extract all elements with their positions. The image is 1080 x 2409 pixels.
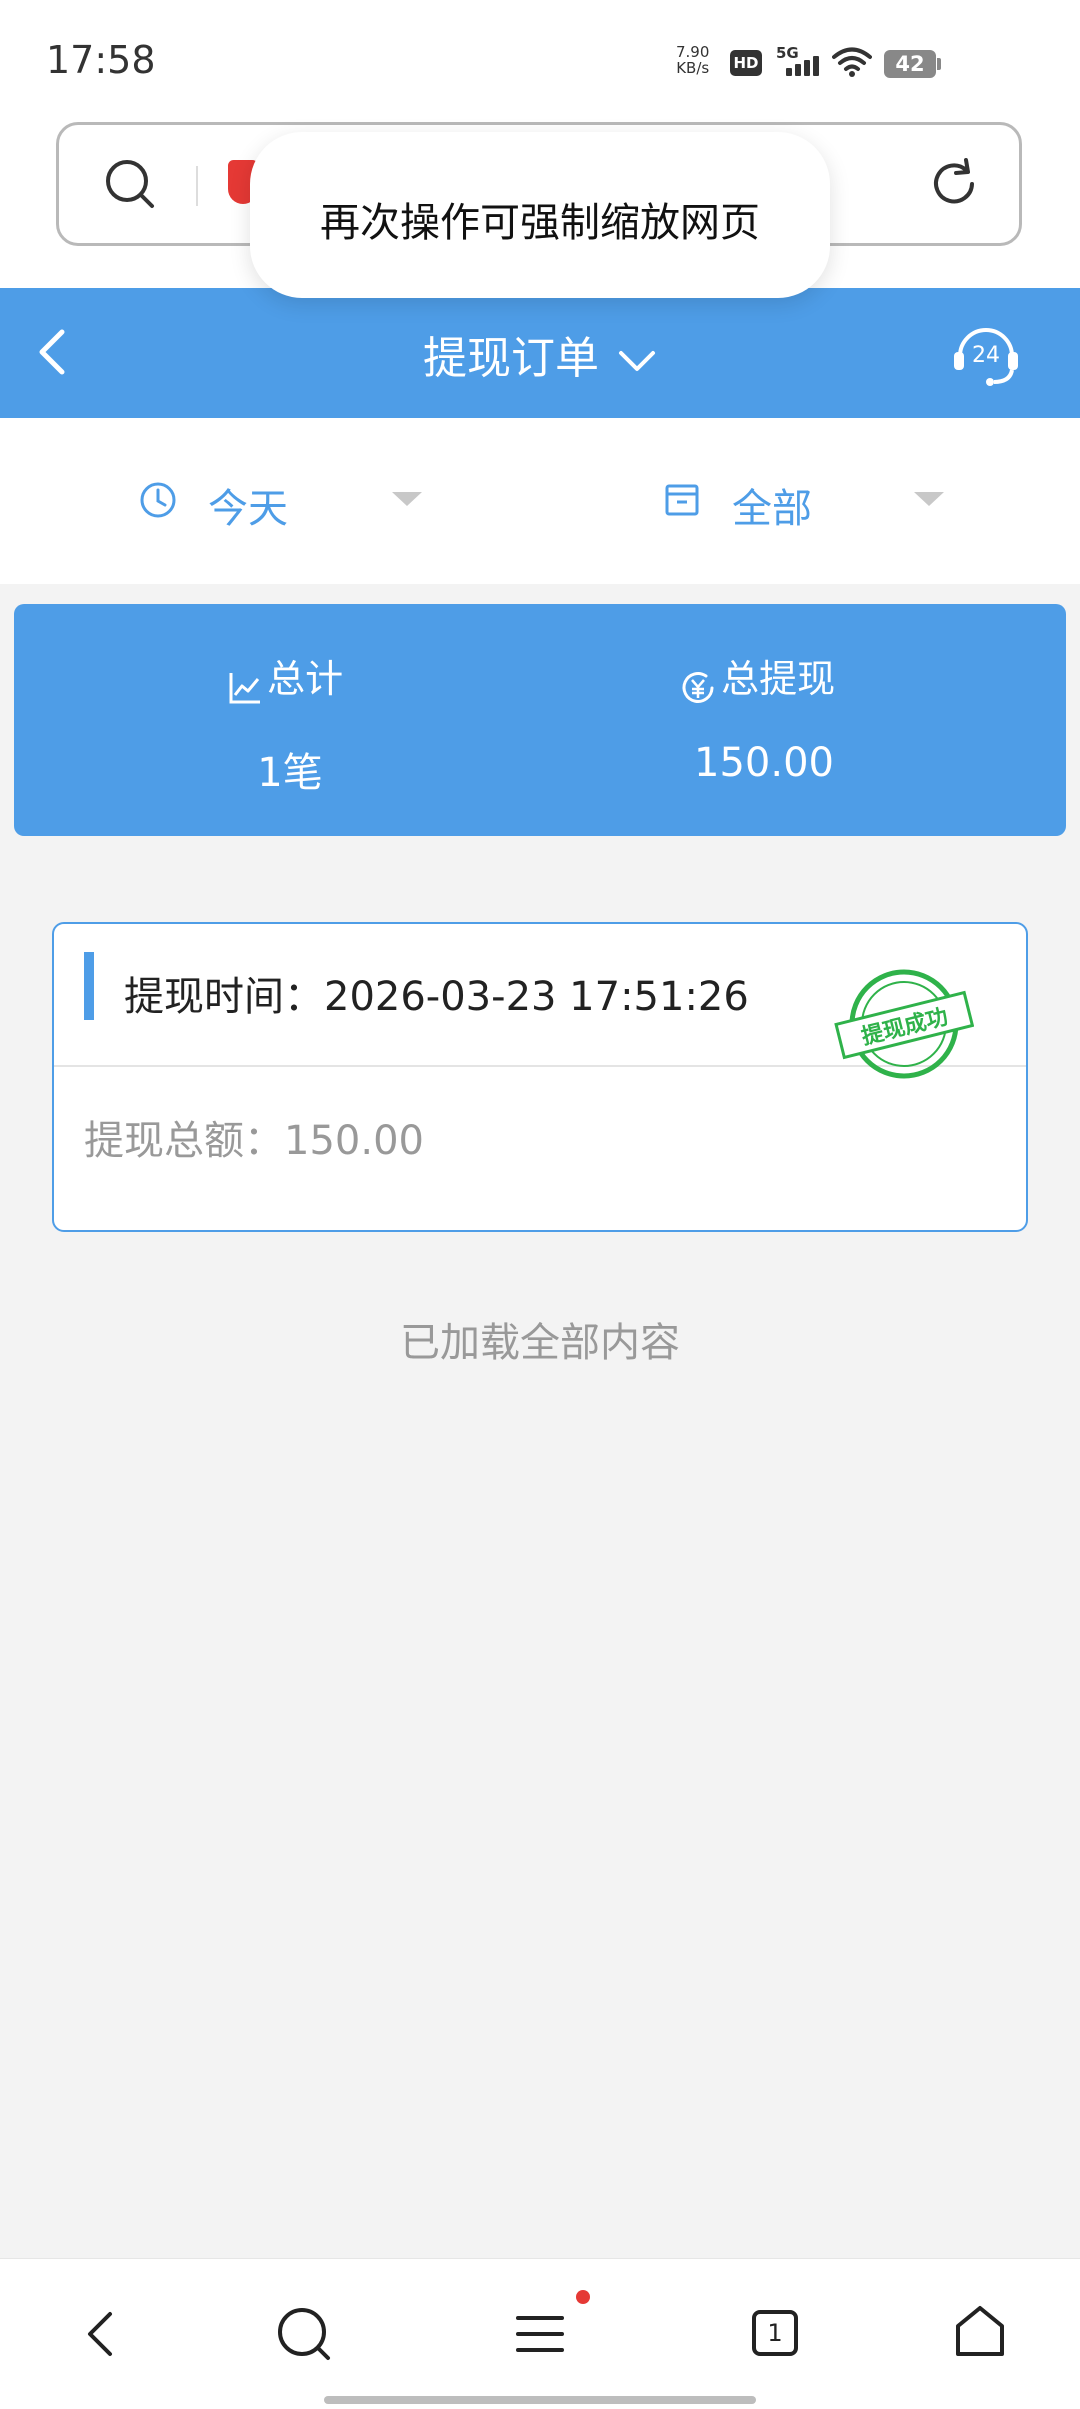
battery-icon: 42 [884,50,936,78]
type-filter-label: 全部 [732,486,812,532]
network-speed-unit: KB/s [676,59,710,77]
home-indicator[interactable] [324,2396,756,2404]
order-time-label: 提现时间： [124,974,324,1020]
summary-total-value: 1笔 [257,750,323,796]
network-speed-value: 7.90 [676,43,710,61]
signal-icon: 5G [776,44,824,78]
order-accent-bar [84,952,94,1020]
network-speed: 7.90 KB/s [676,44,709,76]
summary-total-label: 总计 [267,657,344,701]
notification-dot [576,2290,590,2304]
summary-withdraw-value: 150.00 [694,740,834,786]
tabs-count: 1 [767,2319,783,2347]
customer-service-icon[interactable]: 24 [950,318,1022,390]
toast-message: 再次操作可强制缩放网页 [320,200,760,246]
page-title-dropdown[interactable]: 提现订单 [0,322,1080,386]
order-amount-label: 提现总额： [84,1118,284,1164]
chevron-down-icon [619,351,655,371]
loaded-all-message: 已加载全部内容 [400,1320,680,1366]
nav-menu-icon[interactable] [510,2304,570,2364]
address-divider [196,166,198,206]
status-time: 17:58 [46,38,156,82]
date-filter-caret-icon [392,492,422,506]
summary-card [14,604,1066,836]
nav-search-icon[interactable] [274,2304,334,2364]
battery-tip [937,58,941,70]
refresh-icon[interactable] [928,158,980,210]
order-time: 提现时间：2026-03-23 17:51:26 [124,964,749,1022]
summary-total-header: 总计 [228,648,343,705]
network-type: 5G [776,44,799,62]
hd-icon: HD [730,50,762,76]
archive-icon [665,484,699,516]
clock-icon [140,482,176,518]
page-title: 提现订单 [423,333,599,384]
support-badge: 24 [972,343,1000,368]
wifi-icon [832,47,872,77]
order-amount: 提现总额：150.00 [84,1108,424,1166]
nav-back-icon[interactable] [72,2304,132,2364]
withdraw-success-stamp: 提现成功 [834,969,974,1079]
chart-icon [229,672,260,703]
search-icon[interactable] [104,158,156,210]
summary-withdraw-header: 总提现 [680,648,835,706]
nav-home-icon[interactable] [950,2302,1010,2362]
date-filter-label: 今天 [208,486,288,532]
summary-withdraw-label: 总提现 [721,657,836,701]
order-time-value: 2026-03-23 17:51:26 [324,974,749,1020]
nav-tabs-icon[interactable]: 1 [752,2310,798,2356]
yuan-icon [682,671,714,703]
order-amount-value: 150.00 [284,1118,424,1164]
type-filter-caret-icon [914,492,944,506]
